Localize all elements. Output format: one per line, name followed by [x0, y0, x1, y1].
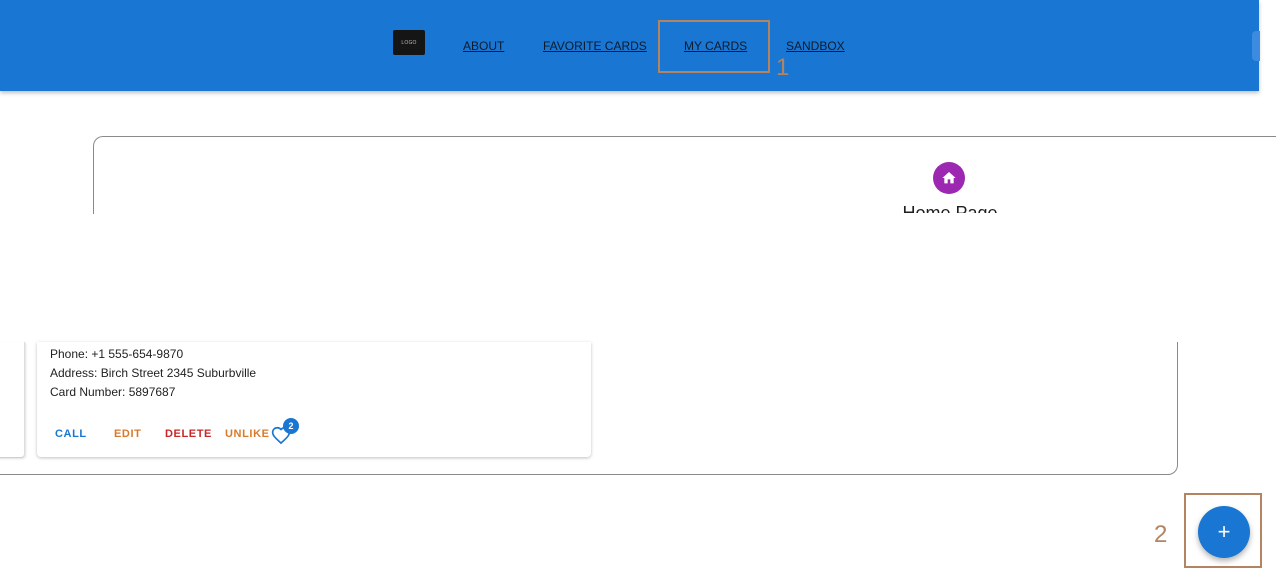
page-title: Home Page	[902, 203, 998, 213]
delete-button[interactable]: DELETE	[165, 428, 212, 440]
nav-link-favorite-cards[interactable]: FAVORITE CARDS	[543, 39, 647, 53]
call-button[interactable]: CALL	[55, 428, 87, 440]
appbar-right-control[interactable]	[1252, 31, 1260, 61]
unlike-button[interactable]: UNLIKE	[225, 428, 270, 440]
container-bottom-border	[0, 474, 1170, 475]
add-card-button[interactable]: +	[1198, 506, 1250, 558]
nav-link-about[interactable]: ABOUT	[463, 39, 504, 53]
card-number: Card Number: 5897687	[50, 385, 176, 399]
edit-button[interactable]: EDIT	[114, 428, 141, 440]
page-title-clip: Home Page	[880, 200, 1020, 213]
home-avatar	[933, 162, 965, 194]
business-card: Phone: +1 555-654-9870 Address: Birch St…	[37, 342, 591, 457]
logo-text: LOGO	[401, 39, 417, 46]
nav-link-sandbox[interactable]: SANDBOX	[786, 39, 845, 53]
app-bar: LOGO ABOUT FAVORITE CARDS MY CARDS SANDB…	[0, 0, 1260, 91]
business-card-partial	[0, 342, 25, 458]
annotation-number-2: 2	[1154, 521, 1168, 548]
annotation-box-1	[658, 20, 770, 73]
logo[interactable]: LOGO	[393, 30, 425, 55]
home-icon	[942, 172, 956, 184]
home-page-container	[93, 136, 1276, 214]
card-address: Address: Birch Street 2345 Suburbville	[50, 366, 257, 380]
annotation-number-1: 1	[776, 54, 790, 81]
plus-icon: +	[1217, 519, 1231, 544]
container-corner	[1162, 342, 1178, 475]
like-count-badge: 2	[283, 418, 299, 434]
card-phone: Phone: +1 555-654-9870	[50, 347, 184, 361]
